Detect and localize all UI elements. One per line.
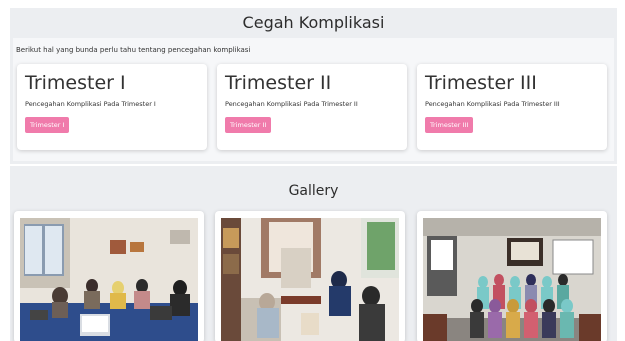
card-description: Pencegahan Komplikasi Pada Trimester II	[225, 100, 358, 108]
gallery-item-1[interactable]	[14, 211, 204, 341]
trimester-3-button[interactable]: Trimester III	[425, 117, 474, 133]
gallery-item-2[interactable]	[215, 211, 405, 341]
intro-text: Berikut hal yang bunda perlu tahu tentan…	[16, 46, 251, 54]
gallery-title: Gallery	[288, 183, 339, 199]
card-title: Trimester II	[225, 72, 332, 94]
card-description: Pencegahan Komplikasi Pada Trimester III	[425, 100, 560, 108]
section-title: Cegah Komplikasi	[10, 8, 617, 38]
trimester-2-button[interactable]: Trimester II	[225, 117, 272, 133]
card-trimester-2: Trimester II Pencegahan Komplikasi Pada …	[217, 64, 407, 150]
card-description: Pencegahan Komplikasi Pada Trimester I	[25, 100, 156, 108]
gallery-photo-meeting	[20, 218, 198, 341]
gallery-item-3[interactable]	[417, 211, 607, 341]
card-trimester-3: Trimester III Pencegahan Komplikasi Pada…	[417, 64, 607, 150]
gallery-photo-consultation	[221, 218, 399, 341]
card-title: Trimester III	[425, 72, 537, 94]
card-title: Trimester I	[25, 72, 126, 94]
gallery-photo-group	[423, 218, 601, 341]
card-trimester-1: Trimester I Pencegahan Komplikasi Pada T…	[17, 64, 207, 150]
trimester-1-button[interactable]: Trimester I	[25, 117, 70, 133]
